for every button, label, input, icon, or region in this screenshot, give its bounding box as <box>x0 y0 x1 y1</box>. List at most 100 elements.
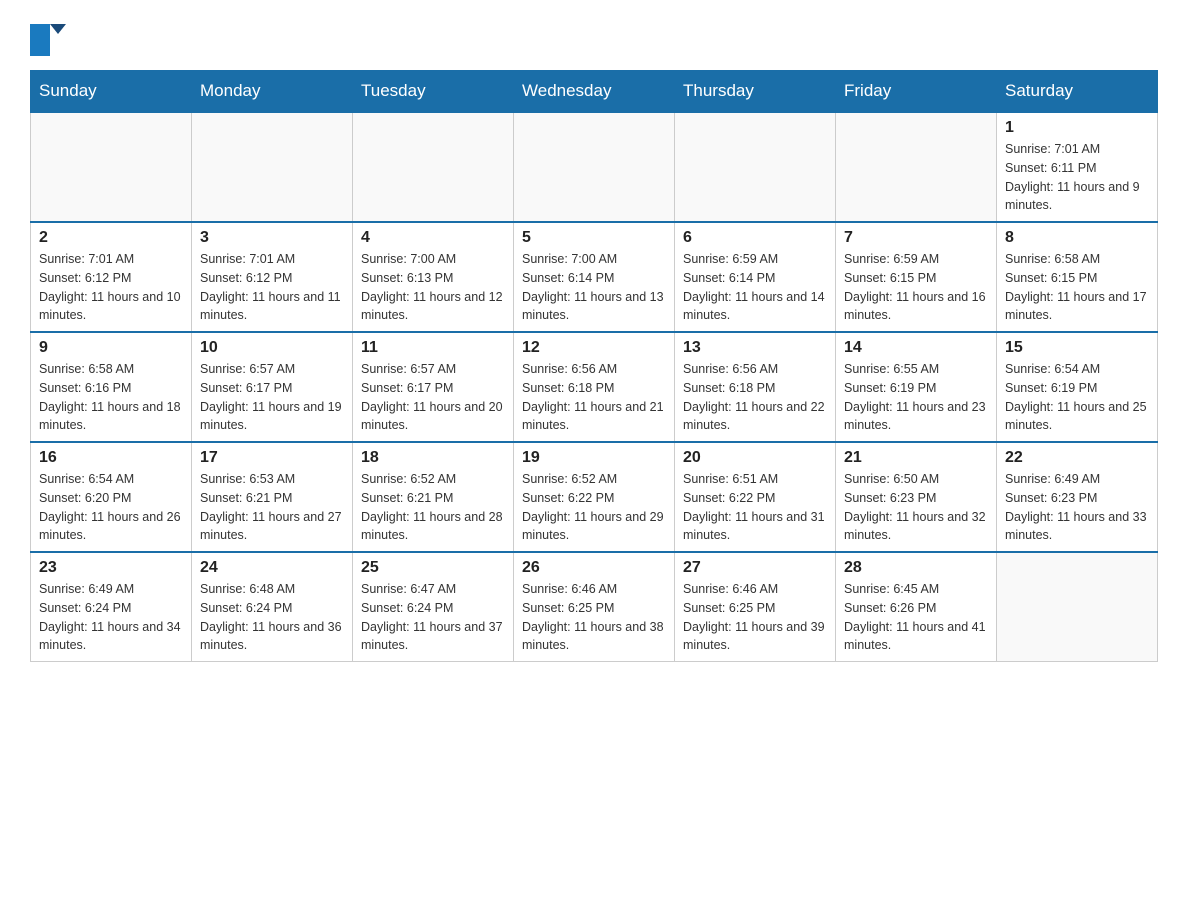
calendar-week-5: 23 Sunrise: 6:49 AMSunset: 6:24 PMDayligh… <box>31 552 1158 662</box>
calendar-cell: 25 Sunrise: 6:47 AMSunset: 6:24 PMDayligh… <box>353 552 514 662</box>
day-number: 27 <box>683 559 827 577</box>
calendar-cell <box>997 552 1158 662</box>
calendar-cell: 24Sunrise: 6:48 AMSunset: 6:24 PMDayligh… <box>192 552 353 662</box>
calendar-table: SundayMondayTuesdayWednesdayThursdayFrid… <box>30 70 1158 662</box>
calendar-cell: 3 Sunrise: 7:01 AMSunset: 6:12 PMDaylight… <box>192 222 353 332</box>
day-info: Sunrise: 6:57 AMSunset: 6:17 PMDaylight:… <box>200 360 344 435</box>
weekday-header-thursday: Thursday <box>675 71 836 113</box>
day-number: 12 <box>522 339 666 357</box>
day-number: 22 <box>1005 449 1149 467</box>
page-header <box>30 20 1158 60</box>
day-number: 20 <box>683 449 827 467</box>
day-number: 10 <box>200 339 344 357</box>
calendar-cell: 11 Sunrise: 6:57 AMSunset: 6:17 PMDayligh… <box>353 332 514 442</box>
calendar-cell <box>836 112 997 222</box>
calendar-cell: 15Sunrise: 6:54 AMSunset: 6:19 PMDayligh… <box>997 332 1158 442</box>
logo <box>30 20 80 60</box>
day-number: 2 <box>39 229 183 247</box>
day-info: Sunrise: 6:55 AMSunset: 6:19 PMDaylight:… <box>844 360 988 435</box>
day-info: Sunrise: 7:01 AMSunset: 6:12 PMDaylight:… <box>200 250 344 325</box>
day-info: Sunrise: 6:52 AMSunset: 6:21 PMDaylight:… <box>361 470 505 545</box>
day-number: 16 <box>39 449 183 467</box>
day-number: 1 <box>1005 119 1149 137</box>
day-number: 8 <box>1005 229 1149 247</box>
day-info: Sunrise: 6:58 AMSunset: 6:15 PMDaylight:… <box>1005 250 1149 325</box>
day-number: 5 <box>522 229 666 247</box>
day-info: Sunrise: 6:46 AMSunset: 6:25 PMDaylight:… <box>683 580 827 655</box>
calendar-cell: 1 Sunrise: 7:01 AMSunset: 6:11 PMDaylight… <box>997 112 1158 222</box>
calendar-cell: 13 Sunrise: 6:56 AMSunset: 6:18 PMDayligh… <box>675 332 836 442</box>
calendar-week-2: 2 Sunrise: 7:01 AMSunset: 6:12 PMDaylight… <box>31 222 1158 332</box>
day-number: 19 <box>522 449 666 467</box>
day-info: Sunrise: 7:00 AMSunset: 6:14 PMDaylight:… <box>522 250 666 325</box>
day-info: Sunrise: 7:01 AMSunset: 6:11 PMDaylight:… <box>1005 140 1149 215</box>
calendar-week-3: 9Sunrise: 6:58 AMSunset: 6:16 PMDaylight… <box>31 332 1158 442</box>
day-info: Sunrise: 6:54 AMSunset: 6:19 PMDaylight:… <box>1005 360 1149 435</box>
calendar-week-4: 16 Sunrise: 6:54 AMSunset: 6:20 PMDayligh… <box>31 442 1158 552</box>
weekday-header-monday: Monday <box>192 71 353 113</box>
day-info: Sunrise: 6:56 AMSunset: 6:18 PMDaylight:… <box>683 360 827 435</box>
day-number: 13 <box>683 339 827 357</box>
weekday-header-wednesday: Wednesday <box>514 71 675 113</box>
calendar-cell: 23 Sunrise: 6:49 AMSunset: 6:24 PMDayligh… <box>31 552 192 662</box>
calendar-cell: 19 Sunrise: 6:52 AMSunset: 6:22 PMDayligh… <box>514 442 675 552</box>
day-number: 3 <box>200 229 344 247</box>
calendar-cell: 16 Sunrise: 6:54 AMSunset: 6:20 PMDayligh… <box>31 442 192 552</box>
day-info: Sunrise: 7:00 AMSunset: 6:13 PMDaylight:… <box>361 250 505 325</box>
day-info: Sunrise: 6:45 AMSunset: 6:26 PMDaylight:… <box>844 580 988 655</box>
calendar-cell: 5 Sunrise: 7:00 AMSunset: 6:14 PMDaylight… <box>514 222 675 332</box>
calendar-cell: 10 Sunrise: 6:57 AMSunset: 6:17 PMDayligh… <box>192 332 353 442</box>
calendar-cell: 2 Sunrise: 7:01 AMSunset: 6:12 PMDaylight… <box>31 222 192 332</box>
calendar-cell: 7 Sunrise: 6:59 AMSunset: 6:15 PMDaylight… <box>836 222 997 332</box>
calendar-cell: 6 Sunrise: 6:59 AMSunset: 6:14 PMDaylight… <box>675 222 836 332</box>
day-info: Sunrise: 6:46 AMSunset: 6:25 PMDaylight:… <box>522 580 666 655</box>
calendar-cell: 4 Sunrise: 7:00 AMSunset: 6:13 PMDaylight… <box>353 222 514 332</box>
calendar-cell <box>353 112 514 222</box>
day-info: Sunrise: 6:47 AMSunset: 6:24 PMDaylight:… <box>361 580 505 655</box>
weekday-header-sunday: Sunday <box>31 71 192 113</box>
day-number: 26 <box>522 559 666 577</box>
calendar-cell: 18Sunrise: 6:52 AMSunset: 6:21 PMDayligh… <box>353 442 514 552</box>
day-info: Sunrise: 6:52 AMSunset: 6:22 PMDaylight:… <box>522 470 666 545</box>
day-info: Sunrise: 6:58 AMSunset: 6:16 PMDaylight:… <box>39 360 183 435</box>
calendar-cell: 9Sunrise: 6:58 AMSunset: 6:16 PMDaylight… <box>31 332 192 442</box>
calendar-cell: 28Sunrise: 6:45 AMSunset: 6:26 PMDayligh… <box>836 552 997 662</box>
day-info: Sunrise: 6:54 AMSunset: 6:20 PMDaylight:… <box>39 470 183 545</box>
day-number: 23 <box>39 559 183 577</box>
logo-icon <box>30 20 78 60</box>
calendar-cell <box>31 112 192 222</box>
calendar-cell: 22 Sunrise: 6:49 AMSunset: 6:23 PMDayligh… <box>997 442 1158 552</box>
calendar-cell <box>514 112 675 222</box>
day-info: Sunrise: 6:49 AMSunset: 6:23 PMDaylight:… <box>1005 470 1149 545</box>
calendar-cell: 8 Sunrise: 6:58 AMSunset: 6:15 PMDaylight… <box>997 222 1158 332</box>
day-info: Sunrise: 6:59 AMSunset: 6:14 PMDaylight:… <box>683 250 827 325</box>
weekday-header-tuesday: Tuesday <box>353 71 514 113</box>
calendar-week-1: 1 Sunrise: 7:01 AMSunset: 6:11 PMDaylight… <box>31 112 1158 222</box>
calendar-cell <box>675 112 836 222</box>
calendar-cell: 17Sunrise: 6:53 AMSunset: 6:21 PMDayligh… <box>192 442 353 552</box>
day-info: Sunrise: 6:49 AMSunset: 6:24 PMDaylight:… <box>39 580 183 655</box>
calendar-cell: 14 Sunrise: 6:55 AMSunset: 6:19 PMDayligh… <box>836 332 997 442</box>
calendar-cell <box>192 112 353 222</box>
day-info: Sunrise: 6:57 AMSunset: 6:17 PMDaylight:… <box>361 360 505 435</box>
day-number: 14 <box>844 339 988 357</box>
day-info: Sunrise: 6:53 AMSunset: 6:21 PMDaylight:… <box>200 470 344 545</box>
weekday-header-saturday: Saturday <box>997 71 1158 113</box>
calendar-cell: 20 Sunrise: 6:51 AMSunset: 6:22 PMDayligh… <box>675 442 836 552</box>
day-number: 11 <box>361 339 505 357</box>
calendar-header: SundayMondayTuesdayWednesdayThursdayFrid… <box>31 71 1158 113</box>
day-info: Sunrise: 7:01 AMSunset: 6:12 PMDaylight:… <box>39 250 183 325</box>
day-number: 6 <box>683 229 827 247</box>
day-number: 7 <box>844 229 988 247</box>
calendar-body: 1 Sunrise: 7:01 AMSunset: 6:11 PMDaylight… <box>31 112 1158 662</box>
day-info: Sunrise: 6:51 AMSunset: 6:22 PMDaylight:… <box>683 470 827 545</box>
day-info: Sunrise: 6:50 AMSunset: 6:23 PMDaylight:… <box>844 470 988 545</box>
day-info: Sunrise: 6:48 AMSunset: 6:24 PMDaylight:… <box>200 580 344 655</box>
day-number: 25 <box>361 559 505 577</box>
day-number: 4 <box>361 229 505 247</box>
day-number: 21 <box>844 449 988 467</box>
calendar-cell: 21 Sunrise: 6:50 AMSunset: 6:23 PMDayligh… <box>836 442 997 552</box>
day-info: Sunrise: 6:59 AMSunset: 6:15 PMDaylight:… <box>844 250 988 325</box>
weekday-header-friday: Friday <box>836 71 997 113</box>
weekday-header-row: SundayMondayTuesdayWednesdayThursdayFrid… <box>31 71 1158 113</box>
